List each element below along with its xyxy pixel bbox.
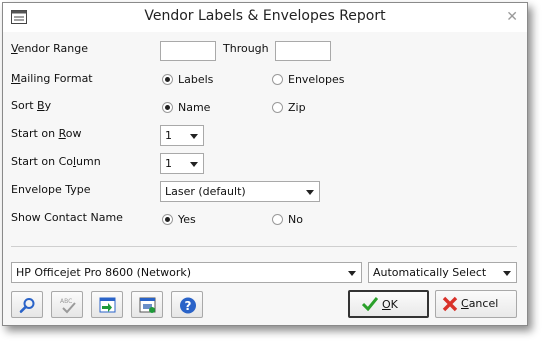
start-on-column-label: Start on Column — [11, 155, 101, 168]
start-on-row-select[interactable]: 1 — [160, 125, 204, 146]
help-button[interactable]: ? — [171, 291, 203, 318]
printer-select[interactable]: HP Officejet Pro 8600 (Network) — [11, 262, 362, 283]
envelope-type-value: Laser (default) — [165, 185, 246, 198]
no-radio[interactable] — [272, 214, 283, 225]
printer-settings-icon — [139, 297, 156, 313]
envelope-type-select[interactable]: Laser (default) — [160, 181, 320, 202]
svg-text:?: ? — [185, 299, 192, 313]
chevron-down-icon — [503, 271, 511, 276]
title-bar: Vendor Labels & Envelopes Report ✕ — [3, 3, 527, 32]
through-label: Through — [223, 42, 269, 55]
start-on-column-value: 1 — [165, 157, 172, 170]
show-contact-name-label: Show Contact Name — [11, 211, 123, 224]
printer-value: HP Officejet Pro 8600 (Network) — [16, 266, 192, 279]
preview-button[interactable] — [11, 291, 43, 318]
spell-check-icon: ABC — [60, 298, 76, 314]
cancel-button-label: Cancel — [461, 297, 499, 310]
no-option-label[interactable]: No — [288, 213, 303, 226]
ok-button[interactable]: OK — [348, 290, 429, 318]
chevron-down-icon — [190, 134, 198, 139]
yes-radio[interactable] — [162, 214, 173, 225]
spell-check-button[interactable]: ABC — [51, 291, 83, 318]
vendor-range-from-input[interactable] — [160, 41, 216, 61]
start-on-column-select[interactable]: 1 — [160, 153, 204, 174]
cancel-x-icon — [442, 296, 458, 312]
cancel-button[interactable]: Cancel — [435, 290, 517, 318]
separator — [11, 246, 517, 247]
magnifier-icon — [19, 298, 35, 313]
sort-by-label: Sort By — [11, 99, 52, 112]
dialog-title: Vendor Labels & Envelopes Report — [144, 8, 386, 24]
name-option-label[interactable]: Name — [178, 101, 210, 114]
chevron-down-icon — [190, 162, 198, 167]
chevron-down-icon — [348, 271, 356, 276]
export-icon — [99, 297, 116, 313]
vendor-range-label: Vendor Range — [11, 42, 89, 55]
report-dialog: Vendor Labels & Envelopes Report ✕ Vendo… — [2, 2, 528, 326]
ok-button-label: OK — [382, 298, 398, 311]
start-on-row-label: Start on Row — [11, 127, 82, 140]
chevron-down-icon — [306, 190, 314, 195]
envelope-type-label: Envelope Type — [11, 183, 91, 196]
start-on-row-value: 1 — [165, 129, 172, 142]
checkmark-icon — [362, 297, 378, 311]
paper-tray-select[interactable]: Automatically Select — [368, 262, 517, 283]
name-radio[interactable] — [162, 102, 173, 113]
envelopes-radio[interactable] — [272, 74, 283, 85]
svg-text:ABC: ABC — [60, 298, 72, 305]
yes-option-label[interactable]: Yes — [178, 213, 196, 226]
vendor-range-to-input[interactable] — [275, 41, 331, 61]
labels-radio[interactable] — [162, 74, 173, 85]
mailing-format-label: Mailing Format — [11, 72, 93, 85]
labels-option-label[interactable]: Labels — [178, 73, 213, 86]
close-icon[interactable]: ✕ — [506, 9, 518, 25]
zip-option-label[interactable]: Zip — [288, 101, 306, 114]
print-setup-button[interactable] — [131, 291, 163, 318]
paper-tray-value: Automatically Select — [373, 266, 487, 279]
help-icon: ? — [180, 297, 196, 314]
export-button[interactable] — [91, 291, 123, 318]
zip-radio[interactable] — [272, 102, 283, 113]
envelopes-option-label[interactable]: Envelopes — [288, 73, 344, 86]
